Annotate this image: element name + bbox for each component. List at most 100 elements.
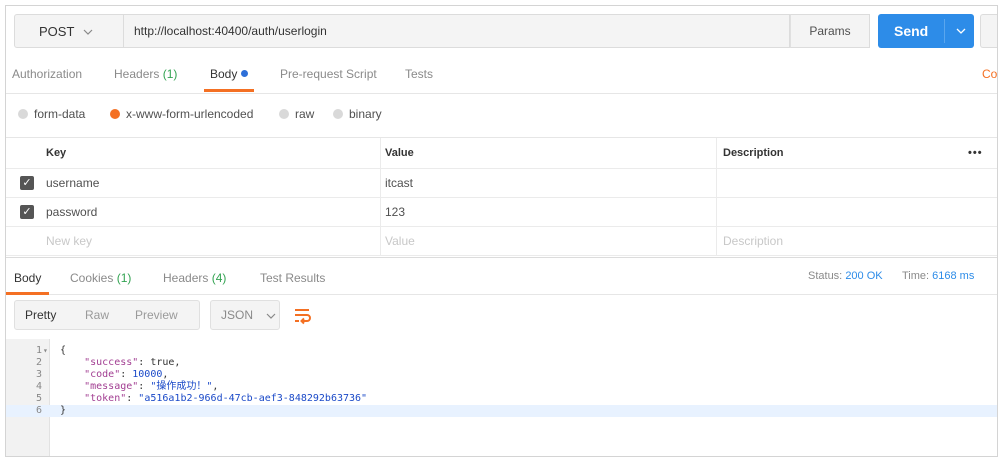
params-button[interactable]: Params [790, 14, 870, 48]
tab-label: Authorization [12, 67, 83, 81]
json-key: "success" [84, 357, 139, 368]
json-value: "a516a1b2-966d-47cb-aef3-848292b63736" [138, 393, 368, 404]
send-divider [944, 19, 945, 43]
response-status: Status: 200 OK [808, 258, 883, 294]
code-text: "code": 10000, [84, 369, 169, 380]
save-button-partial[interactable] [980, 14, 997, 48]
response-time: Time: 6168 ms [902, 258, 974, 294]
tab-label: Body [210, 67, 238, 81]
status-value[interactable]: 200 OK [845, 270, 882, 282]
status-label: Status: [808, 270, 843, 282]
view-pretty-button[interactable]: Pretty [25, 301, 56, 329]
json-value: "操作成功！" [150, 381, 213, 392]
tab-tests[interactable]: Tests [405, 62, 433, 94]
wrap-lines-icon[interactable] [288, 300, 316, 330]
time-value[interactable]: 6168 ms [932, 270, 974, 282]
view-mode-group: Pretty Raw Preview [14, 300, 200, 330]
radio-binary[interactable]: binary [333, 107, 382, 121]
tab-pre-request-script[interactable]: Pre-request Script [280, 62, 377, 94]
params-table: Key Value Description ••• ✓ username itc… [6, 138, 997, 256]
column-header-key: Key [46, 147, 67, 159]
value-cell[interactable]: itcast [380, 169, 716, 197]
radio-label: form-data [34, 107, 86, 121]
modified-dot-icon [241, 70, 249, 77]
radio-raw[interactable]: raw [279, 107, 314, 121]
code-text: { [60, 345, 66, 357]
response-tab-headers[interactable]: Headers (4) [163, 258, 226, 295]
send-dropdown-chevron-icon[interactable] [948, 14, 974, 48]
body-type-group: form-data x-www-form-urlencoded raw bina… [6, 94, 997, 138]
key-cell[interactable]: password [42, 198, 376, 226]
key-cell[interactable]: username [42, 169, 376, 197]
line-number: 4 [35, 381, 42, 392]
url-text: http://localhost:40400/auth/userlogin [134, 24, 327, 38]
new-entry-row: New key Value Description [6, 227, 997, 256]
json-value: true [150, 357, 175, 368]
tab-count: (4) [211, 271, 227, 285]
new-description-input[interactable]: Description [716, 227, 956, 255]
radio-label: raw [295, 107, 315, 121]
code-line: 2 "success": true, [6, 357, 997, 369]
response-tab-cookies[interactable]: Cookies (1) [70, 258, 131, 295]
cookies-code-link-partial[interactable]: Co [982, 62, 997, 86]
line-number: 6 [35, 405, 42, 416]
response-tabs: Body Cookies (1) Headers (4) Test Result… [6, 257, 997, 295]
tab-body[interactable]: Body [203, 62, 255, 94]
new-key-input[interactable]: New key [42, 227, 376, 255]
row-enabled-checkbox[interactable]: ✓ [20, 176, 34, 190]
description-cell[interactable] [716, 198, 956, 226]
tab-label: Body [14, 271, 42, 285]
code-line-current: 6 } [6, 405, 997, 417]
code-text: "token": "a516a1b2-966d-47cb-aef3-848292… [84, 393, 368, 404]
response-tab-test-results[interactable]: Test Results [260, 258, 325, 295]
line-number: 1 [35, 345, 42, 356]
json-brace: { [60, 345, 67, 356]
code-text: "message": "操作成功！", [84, 381, 219, 392]
response-view-toolbar: Pretty Raw Preview JSON [14, 300, 314, 330]
method-select[interactable]: POST [14, 14, 124, 48]
radio-form-data[interactable]: form-data [18, 107, 85, 121]
response-body-editor[interactable]: 1 ▾ { 2 "success": true, 3 "code": 10000… [6, 339, 997, 456]
postman-window: POST http://localhost:40400/auth/userlog… [5, 5, 998, 457]
view-raw-button[interactable]: Raw [85, 301, 109, 329]
tab-headers[interactable]: Headers (1) [114, 62, 177, 94]
radio-x-www-form-urlencoded[interactable]: x-www-form-urlencoded [110, 107, 253, 121]
radio-circle [333, 109, 343, 119]
format-select[interactable]: JSON [210, 300, 280, 330]
time-label: Time: [902, 270, 930, 282]
json-key: "token" [84, 393, 127, 404]
row-enabled-checkbox[interactable]: ✓ [20, 205, 34, 219]
fold-toggle-icon[interactable]: ▾ [43, 345, 48, 357]
tab-label: Cookies [70, 271, 114, 285]
new-value-input[interactable]: Value [380, 227, 716, 255]
json-value: 10000 [132, 369, 163, 380]
table-row: ✓ username itcast [6, 169, 997, 198]
table-header-row: Key Value Description ••• [6, 138, 997, 169]
send-button[interactable]: Send [878, 14, 974, 48]
url-input[interactable]: http://localhost:40400/auth/userlogin [124, 14, 790, 48]
radio-circle-selected [110, 109, 120, 119]
code-line: 5 "token": "a516a1b2-966d-47cb-aef3-8482… [6, 393, 997, 405]
chevron-down-icon [83, 24, 93, 38]
code-text: "success": true, [84, 357, 181, 368]
line-number: 2 [35, 357, 42, 368]
radio-label: binary [349, 107, 382, 121]
value-cell[interactable]: 123 [380, 198, 716, 226]
json-key: "code" [84, 369, 121, 380]
tab-label: Headers [114, 67, 160, 81]
tab-label: Test Results [260, 271, 326, 285]
chevron-down-icon [266, 308, 276, 322]
column-header-description: Description [716, 138, 956, 168]
more-options-icon[interactable]: ••• [964, 138, 994, 168]
tab-authorization[interactable]: Authorization [12, 62, 82, 94]
tab-count: (1) [162, 67, 178, 81]
description-cell[interactable] [716, 169, 956, 197]
line-number: 3 [35, 369, 42, 380]
params-label: Params [809, 24, 851, 38]
column-header-value: Value [380, 138, 716, 168]
tab-label: Pre-request Script [280, 67, 377, 81]
request-tabs: Authorization Headers (1) Body Pre-reque… [6, 62, 997, 94]
response-tab-body[interactable]: Body [6, 258, 50, 295]
view-preview-button[interactable]: Preview [135, 301, 178, 329]
send-label: Send [894, 23, 929, 39]
